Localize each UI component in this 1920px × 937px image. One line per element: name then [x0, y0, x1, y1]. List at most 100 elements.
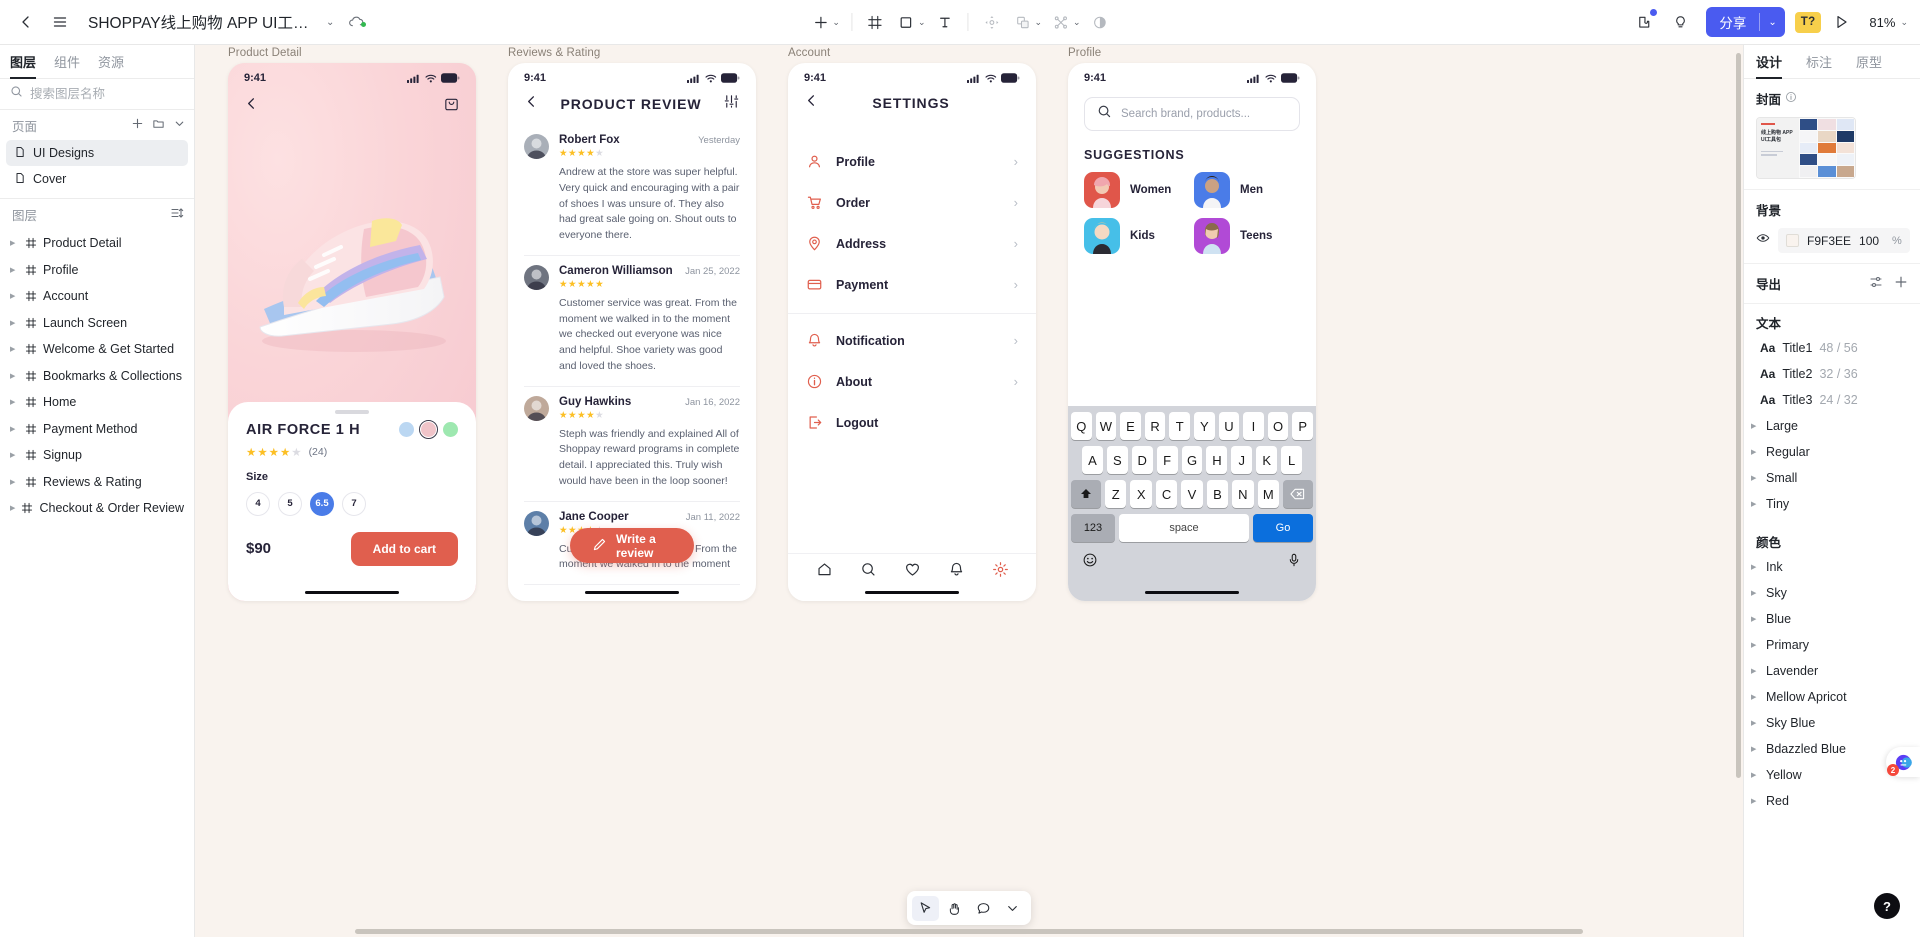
eye-icon[interactable] — [1756, 231, 1770, 250]
sheet-grabber[interactable] — [335, 410, 369, 414]
share-button[interactable]: 分享 ⌄ — [1706, 7, 1785, 37]
swatch-pink[interactable] — [418, 419, 439, 440]
shape-tool-icon[interactable] — [891, 7, 921, 37]
settings-item-order[interactable]: Order › — [806, 182, 1018, 223]
key-h[interactable]: H — [1206, 446, 1228, 474]
plus-icon[interactable] — [131, 117, 144, 133]
key-u[interactable]: U — [1218, 412, 1240, 440]
expand-triangle-icon[interactable]: ▶ — [1751, 745, 1759, 753]
expand-triangle-icon[interactable]: ▶ — [1751, 667, 1759, 675]
page-item-cover[interactable]: Cover — [6, 166, 188, 192]
color-group-row[interactable]: ▶ Sky Blue — [1744, 710, 1920, 736]
artboard-reviews-rating[interactable]: 9:41 PRODUCT REVIEW Robert Fox Yesterday… — [508, 63, 756, 601]
mask-caret-icon[interactable]: ⌄ — [1073, 17, 1081, 28]
suggestion-teens[interactable]: Teens — [1194, 218, 1300, 254]
sliders-icon[interactable] — [1869, 275, 1883, 292]
tab-components[interactable]: 组件 — [54, 45, 80, 78]
home-icon[interactable] — [816, 561, 833, 583]
hand-tool-icon[interactable] — [941, 896, 968, 921]
key-q[interactable]: Q — [1071, 412, 1092, 440]
key-d[interactable]: D — [1131, 446, 1153, 474]
expand-triangle-icon[interactable]: ▶ — [1751, 719, 1759, 727]
file-title[interactable]: SHOPPAY线上购物 APP UI工具... — [88, 11, 318, 33]
add-frame-caret-icon[interactable]: ⌄ — [832, 17, 840, 28]
tq-badge[interactable]: T? — [1794, 11, 1822, 33]
text-style-row[interactable]: Aa Title2 32 / 36 — [1744, 361, 1920, 387]
boolean-caret-icon[interactable]: ⌄ — [1035, 17, 1043, 28]
text-group-row[interactable]: ▶ Small — [1744, 465, 1920, 491]
color-group-row[interactable]: ▶ Ink — [1744, 554, 1920, 580]
color-group-row[interactable]: ▶ Primary — [1744, 632, 1920, 658]
search-input[interactable] — [30, 87, 191, 101]
key-n[interactable]: N — [1232, 480, 1254, 508]
key-i[interactable]: I — [1243, 412, 1264, 440]
expand-triangle-icon[interactable]: ▶ — [10, 451, 19, 459]
zoom-control[interactable]: 81% ⌄ — [1869, 15, 1908, 30]
sort-icon[interactable] — [170, 206, 184, 223]
expand-triangle-icon[interactable]: ▶ — [10, 372, 19, 380]
expand-triangle-icon[interactable]: ▶ — [1751, 797, 1759, 805]
review-item[interactable]: Guy Hawkins Jan 16, 2022 ★ ★ ★ ★ ★ Steph was fr… — [524, 387, 740, 502]
layer-row[interactable]: ▶ Bookmarks & Collections — [4, 363, 190, 390]
key-k[interactable]: K — [1256, 446, 1278, 474]
text-group-row[interactable]: ▶ Large — [1744, 413, 1920, 439]
background-opacity[interactable]: 100 — [1859, 234, 1879, 248]
text-groups-list[interactable]: ▶ Large ▶ Regular ▶ Small ▶ Tiny — [1744, 413, 1920, 517]
color-group-row[interactable]: ▶ Red — [1744, 788, 1920, 814]
move-tool-icon[interactable] — [977, 7, 1007, 37]
size-option-5[interactable]: 5 — [278, 491, 302, 516]
key-x[interactable]: X — [1130, 480, 1152, 508]
review-item[interactable]: Robert Fox Yesterday ★ ★ ★ ★ ★ Andrew at the st… — [524, 125, 740, 256]
layer-row[interactable]: ▶ Payment Method — [4, 416, 190, 443]
layer-row[interactable]: ▶ Welcome & Get Started — [4, 336, 190, 363]
contrast-tool-icon[interactable] — [1085, 7, 1115, 37]
swatch-green[interactable] — [443, 422, 458, 437]
expand-triangle-icon[interactable]: ▶ — [1751, 615, 1759, 623]
on-screen-keyboard[interactable]: QWERTYUIOP ASDFGHJKL ZXCVBNM 123 space G… — [1068, 406, 1316, 601]
expand-triangle-icon[interactable]: ▶ — [10, 319, 19, 327]
color-group-row[interactable]: ▶ Lavender — [1744, 658, 1920, 684]
expand-triangle-icon[interactable]: ▶ — [1751, 422, 1759, 430]
layer-row[interactable]: ▶ Home — [4, 389, 190, 416]
back-icon[interactable] — [804, 93, 819, 113]
layer-row[interactable]: ▶ Signup — [4, 442, 190, 469]
tab-assets[interactable]: 资源 — [98, 45, 124, 78]
key-v[interactable]: V — [1181, 480, 1203, 508]
shift-icon[interactable] — [1071, 480, 1102, 508]
key-b[interactable]: B — [1206, 480, 1229, 508]
tab-annotate[interactable]: 标注 — [1806, 45, 1832, 78]
settings-item-logout[interactable]: Logout › — [806, 402, 1018, 443]
text-style-row[interactable]: Aa Title3 24 / 32 — [1744, 387, 1920, 413]
text-group-row[interactable]: ▶ Tiny — [1744, 491, 1920, 517]
help-button[interactable]: ? — [1874, 893, 1900, 919]
layers-list[interactable]: ▶ Product Detail ▶ Profile ▶ Account ▶ Launch S… — [0, 230, 194, 937]
key-m[interactable]: M — [1257, 480, 1279, 508]
color-group-row[interactable]: ▶ Blue — [1744, 606, 1920, 632]
key-t[interactable]: T — [1169, 412, 1190, 440]
play-icon[interactable] — [1825, 6, 1857, 38]
text-style-row[interactable]: Aa Title1 48 / 56 — [1744, 335, 1920, 361]
key-r[interactable]: R — [1144, 412, 1166, 440]
text-group-row[interactable]: ▶ Regular — [1744, 439, 1920, 465]
key-l[interactable]: L — [1281, 446, 1303, 474]
backspace-icon[interactable] — [1282, 480, 1313, 508]
folder-icon[interactable] — [152, 117, 165, 133]
back-icon[interactable] — [10, 6, 42, 38]
shopping-bag-icon[interactable] — [443, 95, 460, 117]
reviews-list[interactable]: Robert Fox Yesterday ★ ★ ★ ★ ★ Andrew at the st… — [508, 125, 756, 585]
boolean-tool-icon[interactable] — [1008, 7, 1038, 37]
space-key[interactable]: space — [1119, 514, 1249, 542]
artboard-label-product-detail[interactable]: Product Detail — [228, 47, 302, 59]
back-icon[interactable] — [524, 94, 539, 114]
settings-item-notification[interactable]: Notification › — [806, 320, 1018, 361]
search-icon[interactable] — [860, 561, 877, 583]
design-canvas[interactable]: Product Detail Reviews & Rating Account … — [195, 45, 1743, 937]
expand-triangle-icon[interactable]: ▶ — [10, 504, 15, 512]
numeric-key[interactable]: 123 — [1071, 514, 1115, 542]
size-option-7[interactable]: 7 — [342, 491, 366, 516]
artboard-label-profile[interactable]: Profile — [1068, 47, 1101, 59]
key-a[interactable]: A — [1082, 446, 1103, 474]
expand-triangle-icon[interactable]: ▶ — [10, 239, 19, 247]
expand-triangle-icon[interactable]: ▶ — [1751, 474, 1759, 482]
key-w[interactable]: W — [1095, 412, 1117, 440]
